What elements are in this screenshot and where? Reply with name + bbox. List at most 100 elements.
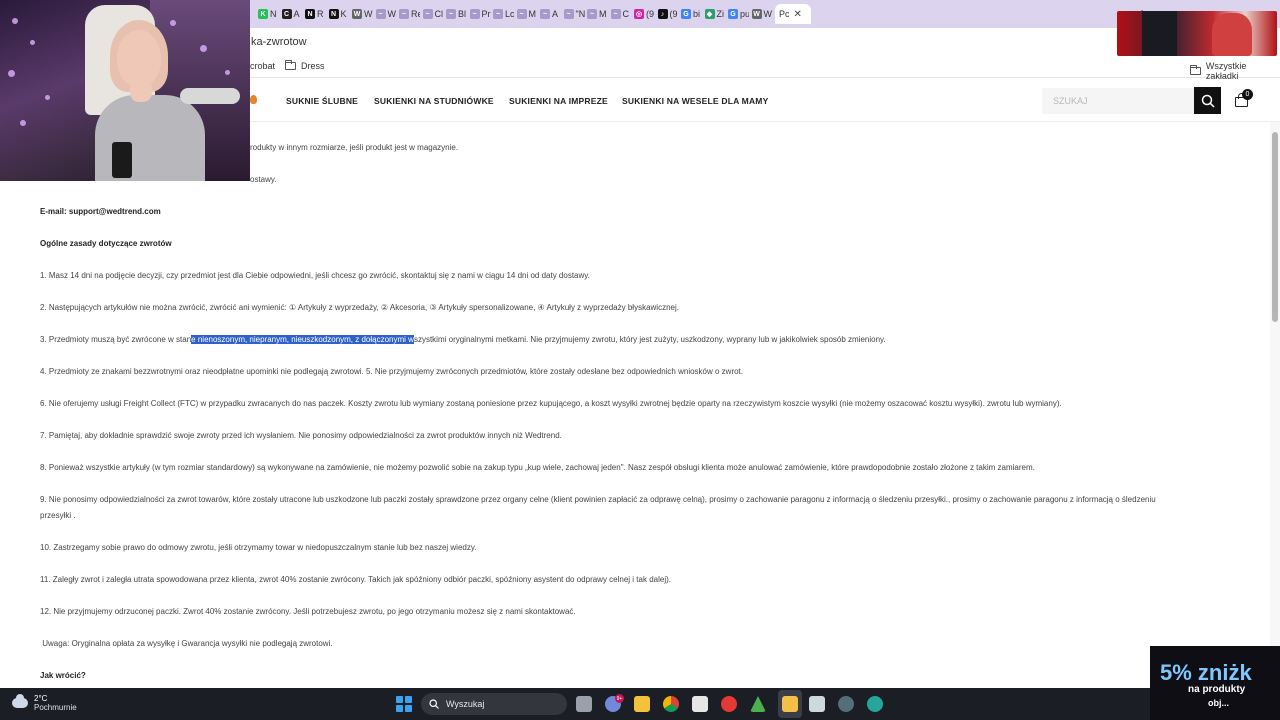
tab-favicon-icon: ~ (610, 9, 621, 19)
policy-text: szystkimi oryginalnymi metkami. Nie przy… (413, 335, 886, 344)
browser-tab[interactable]: ~ Lc (493, 4, 514, 24)
browser-tab[interactable]: CA (281, 4, 303, 24)
browser-tab[interactable]: ~ Bl (446, 4, 467, 24)
tab-label: Lc (505, 9, 514, 19)
search-button[interactable] (1194, 87, 1221, 114)
tab-label: R (317, 9, 324, 19)
all-bookmarks[interactable]: Wszystkie zakładki (1190, 61, 1280, 81)
search-icon (1201, 94, 1215, 108)
app-icon[interactable] (750, 696, 766, 712)
obs-icon[interactable] (838, 696, 854, 712)
task-view-icon[interactable] (576, 696, 592, 712)
text-line: ostawy. (250, 175, 277, 184)
browser-tab[interactable]: ~ "N (563, 4, 585, 24)
browser-tab[interactable]: ~ Cl (422, 4, 444, 24)
start-button[interactable] (396, 696, 412, 712)
tab-favicon-icon: ~ (587, 9, 597, 19)
policy-item: 10. Zastrzegamy sobie prawo do odmowy zw… (40, 543, 477, 552)
bookmark-acrobat[interactable]: crobat (250, 61, 275, 71)
browser-tab[interactable]: ~ W (375, 4, 397, 24)
all-bookmarks-label: Wszystkie zakładki (1205, 61, 1247, 81)
webcam-overlay (0, 0, 250, 181)
email-label: E-mail: (40, 207, 67, 216)
browser-tab[interactable]: Gpu (728, 4, 749, 24)
browser-tab[interactable]: ~ M (587, 4, 608, 24)
active-browser-tab[interactable]: Pc ✕ (775, 4, 811, 24)
tab-label: (9 (646, 9, 655, 19)
app-icon[interactable] (721, 696, 737, 712)
close-tab-icon[interactable]: ✕ (794, 9, 802, 20)
folder-icon (1190, 65, 1201, 75)
bookmark-label: Dress (301, 61, 325, 71)
weather-temp: 2°C (34, 694, 48, 703)
policy-item: 4. Przedmioty ze znakami bezzwrotnymi or… (40, 367, 743, 376)
policy-item: 11. Zaległy zwrot i zaległa utrata spowo… (40, 575, 671, 584)
tab-favicon-icon: ~ (469, 9, 480, 19)
browser-tab[interactable]: NK (328, 4, 350, 24)
email-link[interactable]: support@wedtrend.com (69, 207, 161, 216)
policy-item: 6. Nie oferujemy usługi Freight Collect … (40, 399, 1062, 408)
promo-line-2: obj... (1208, 698, 1229, 708)
browser-tab[interactable]: ~Re (399, 4, 420, 24)
browser-tab[interactable]: WW (751, 4, 773, 24)
scrollbar-thumb[interactable] (1272, 132, 1278, 322)
tab-favicon-icon: N (305, 9, 315, 19)
promo-banner[interactable]: 5% zniżk na produkty obj... (1150, 646, 1280, 720)
app-icon[interactable] (867, 696, 883, 712)
nav-wedding-dresses[interactable]: SUKNIE ŚLUBNE (286, 96, 358, 106)
weather-widget[interactable]: 2°C Pochmurnie (12, 694, 77, 712)
policy-item-cont: przesyłki . (40, 511, 76, 520)
tab-favicon-icon: ◎ (634, 9, 644, 19)
tab-label: Cl (434, 9, 444, 19)
bookmark-dress[interactable]: Dress (285, 60, 325, 71)
browser-tab[interactable]: ♪ (9 (657, 4, 679, 24)
browser-tab[interactable]: WW (352, 4, 373, 24)
page-scrollbar[interactable] (1270, 122, 1280, 688)
browser-tab[interactable]: NR (305, 4, 326, 24)
tab-favicon-icon: G (681, 9, 691, 19)
browser-tab[interactable]: ~ M (516, 4, 538, 24)
tab-label: N (270, 9, 277, 19)
browser-tab[interactable]: Gbi (681, 4, 702, 24)
tab-favicon-icon: ~ (446, 9, 456, 19)
tab-label: (9 (669, 9, 678, 19)
tab-label: M (599, 9, 607, 19)
tab-label: bi (693, 9, 701, 19)
tab-label: Bl (458, 9, 467, 19)
tab-label: W (364, 9, 373, 19)
promo-percent: 5% zniżk (1160, 660, 1252, 685)
tab-label: Pc (779, 9, 790, 19)
nav-prom-dresses[interactable]: SUKIENKI NA STUDNIÓWKE (374, 96, 494, 106)
app-icon[interactable] (692, 696, 708, 712)
cloud-icon (12, 694, 28, 708)
tab-label: W (387, 9, 397, 19)
browser-tab[interactable]: KN (258, 4, 279, 24)
app-icon[interactable] (809, 696, 825, 712)
browser-tab[interactable]: ~ A (540, 4, 561, 24)
browser-tab[interactable]: ◆ Zi (704, 4, 726, 24)
search-input[interactable] (1042, 88, 1194, 114)
nav-party-dresses[interactable]: SUKIENKI NA IMPREZE (509, 96, 608, 106)
tab-label: Pr (481, 9, 491, 19)
tab-favicon-icon: ~ (399, 9, 409, 19)
weather-desc: Pochmurnie (34, 703, 77, 712)
tab-favicon-icon: ~ (422, 9, 433, 19)
taskbar-search[interactable]: Wyszukaj (421, 693, 567, 715)
file-explorer-icon[interactable] (634, 696, 650, 712)
stream-thumbnail (1117, 11, 1277, 56)
policy-item: 12. Nie przyjmujemy odrzuconej paczki. Z… (40, 607, 576, 616)
tab-favicon-icon: ♪ (657, 9, 668, 19)
policy-text: 3. Przedmioty muszą być zwrócone w stan (40, 335, 192, 344)
policy-item: 9. Nie ponosimy odpowiedzialności za zwr… (40, 495, 1156, 504)
browser-tab[interactable]: ◎ (9 (634, 4, 655, 24)
chrome-icon[interactable] (663, 696, 679, 712)
browser-tab[interactable]: ~ Pr (469, 4, 491, 24)
url-text[interactable]: ka-zwrotow (251, 36, 307, 48)
app-icon[interactable] (782, 696, 798, 712)
tab-label: Re (411, 9, 420, 19)
tab-favicon-icon: ~ (516, 9, 527, 19)
browser-tab[interactable]: ~ C (610, 4, 632, 24)
nav-mother-dresses[interactable]: SUKIENKI NA WESELE DLA MAMY (622, 96, 768, 106)
section-heading: Ogólne zasady dotyczące zwrotów (40, 239, 172, 248)
tab-list: KNCANRNKWW~W~Re~Cl~Bl~Pr~Lc~M~A~"N~M~C◎(… (258, 4, 814, 24)
